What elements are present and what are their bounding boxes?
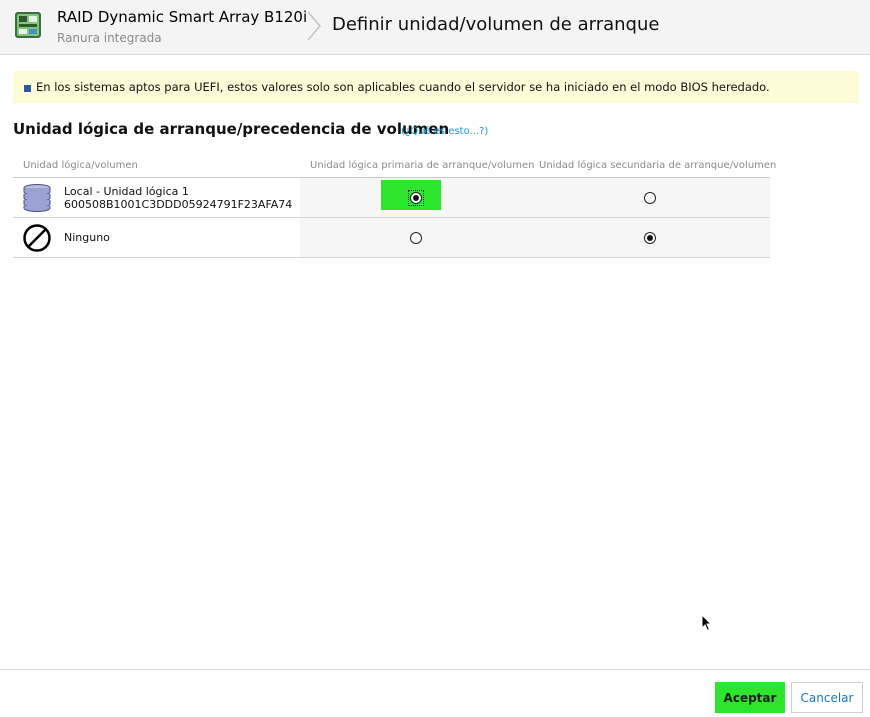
row-label: Local - Unidad lógica 1 <box>64 185 189 198</box>
header-bar: RAID Dynamic Smart Array B120i Ranura in… <box>0 0 870 55</box>
column-header-secondary: Unidad lógica secundaria de arranque/vol… <box>539 160 777 171</box>
footer-divider <box>0 669 870 670</box>
breadcrumb-chevron-icon <box>307 11 321 41</box>
page-title: Definir unidad/volumen de arranque <box>332 14 660 35</box>
note-bullet-icon <box>24 85 31 92</box>
mouse-pointer-icon <box>701 614 713 632</box>
row-volume-cell: Local - Unidad lógica 1 600508B1001C3DDD… <box>13 178 300 217</box>
cancel-button[interactable]: Cancelar <box>791 682 863 713</box>
logical-drive-icon <box>23 184 51 212</box>
uefi-note-banner: En los sistemas aptos para UEFI, estos v… <box>13 71 859 103</box>
controller-title: RAID Dynamic Smart Array B120i <box>57 8 308 26</box>
row-options-cell <box>300 218 770 257</box>
help-link[interactable]: (¿Qué es esto...?) <box>401 126 488 137</box>
row-label-id: 600508B1001C3DDD05924791F23AFA74 <box>64 198 293 211</box>
column-header-primary: Unidad lógica primaria de arranque/volum… <box>310 160 535 171</box>
row-label: Ninguno <box>64 231 110 244</box>
section-title: Unidad lógica de arranque/precedencia de… <box>13 120 450 138</box>
controller-subtitle: Ranura integrada <box>57 31 162 45</box>
accept-button[interactable]: Aceptar <box>715 682 785 713</box>
row-volume-cell: Ninguno <box>13 218 300 257</box>
note-text: En los sistemas aptos para UEFI, estos v… <box>36 80 770 94</box>
column-header-volume: Unidad lógica/volumen <box>23 160 138 171</box>
secondary-boot-radio-local[interactable] <box>644 192 656 204</box>
none-icon <box>23 224 51 252</box>
row-options-cell <box>300 178 770 217</box>
primary-boot-radio-local[interactable] <box>410 192 422 204</box>
storage-controller-icon <box>15 12 41 38</box>
table-row: Ninguno <box>13 218 770 258</box>
primary-boot-radio-none[interactable] <box>410 232 422 244</box>
secondary-boot-radio-none[interactable] <box>644 232 656 244</box>
